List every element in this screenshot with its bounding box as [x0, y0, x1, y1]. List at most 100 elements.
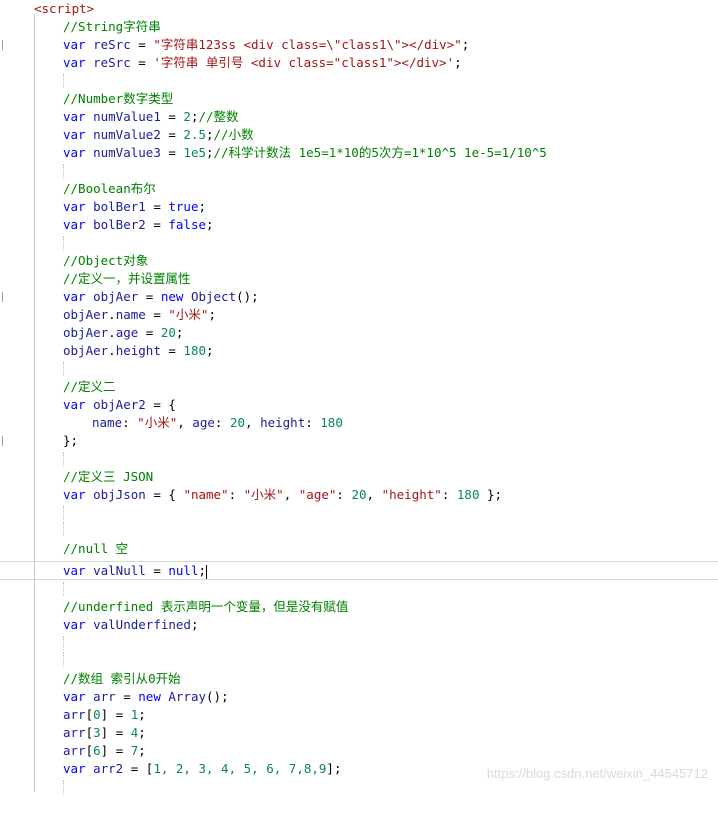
punctuation: = — [138, 289, 161, 304]
keyword: var — [63, 55, 86, 70]
code-text: var objAer = new Object(); — [63, 288, 259, 306]
code-text: objAer.height = 180; — [63, 342, 214, 360]
code-line[interactable]: //Boolean布尔 — [0, 180, 718, 198]
code-line[interactable]: var numValue2 = 2.5;//小数 — [0, 126, 718, 144]
identifier: height — [260, 415, 306, 430]
comment: //定义一，并设置属性 — [63, 271, 191, 286]
punctuation: ] = — [100, 743, 131, 758]
punctuation: ; — [138, 725, 146, 740]
number-literal: 20 — [160, 325, 176, 340]
code-line[interactable]: //String字符串 — [0, 18, 718, 36]
code-line[interactable]: arr[0] = 1; — [0, 706, 718, 724]
keyword: var — [63, 617, 86, 632]
comment: //定义二 — [63, 379, 116, 394]
code-line[interactable]: var arr = new Array(); — [0, 688, 718, 706]
punctuation: , — [366, 487, 382, 502]
punctuation: ; — [454, 55, 462, 70]
punctuation: [ — [85, 725, 94, 740]
code-line[interactable]: //定义二 — [0, 378, 718, 396]
code-line[interactable] — [0, 652, 718, 670]
punctuation: : — [228, 487, 244, 502]
code-line[interactable] — [0, 72, 718, 90]
number-literal: 0 — [93, 707, 101, 722]
code-line[interactable]: var reSrc = "字符串123ss <div class=\"class… — [0, 36, 718, 54]
code-line[interactable]: //underfined 表示声明一个变量，但是没有赋值 — [0, 598, 718, 616]
code-text: arr[0] = 1; — [63, 706, 146, 724]
code-line[interactable] — [0, 234, 718, 252]
punctuation: (); — [236, 289, 259, 304]
punctuation: = { — [145, 487, 184, 502]
code-text: var reSrc = '字符串 单引号 <div class="class1"… — [63, 54, 462, 72]
identifier: height — [115, 343, 161, 358]
code-line[interactable]: var numValue3 = 1e5;//科学计数法 1e5=1*10的5次方… — [0, 144, 718, 162]
punctuation: ; — [461, 37, 470, 52]
code-line[interactable]: var bolBer1 = true; — [0, 198, 718, 216]
code-line[interactable]: arr[3] = 4; — [0, 724, 718, 742]
code-line[interactable] — [0, 580, 718, 598]
keyword: null — [168, 563, 199, 578]
code-line[interactable]: <script> — [0, 0, 718, 50]
comment: //Number数字类型 — [63, 91, 174, 106]
code-line[interactable]: var bolBer2 = false; — [0, 216, 718, 234]
number-literal: 2 — [183, 109, 191, 124]
code-line[interactable]: }; — [0, 432, 718, 450]
code-line[interactable]: //定义三 JSON — [0, 468, 718, 486]
punctuation: ; — [206, 343, 214, 358]
punctuation: = — [130, 37, 154, 52]
identifier: objAer — [63, 325, 109, 340]
code-line[interactable]: var numValue1 = 2;//整数 — [0, 108, 718, 126]
code-editor[interactable]: <script> //String字符串 var reSrc = "字符串123… — [0, 0, 718, 795]
identifier: arr2 — [93, 761, 124, 776]
punctuation: : — [122, 415, 138, 430]
number-literal: 6 — [93, 743, 101, 758]
number-literal: 20 — [351, 487, 367, 502]
code-line[interactable] — [0, 504, 718, 522]
comment: //科学计数法 1e5=1*10的5次方=1*10^5 1e-5=1/10^5 — [213, 145, 547, 160]
code-line[interactable]: objAer.age = 20; — [0, 324, 718, 342]
code-line[interactable]: //定义一，并设置属性 — [0, 270, 718, 288]
code-line[interactable]: objAer.height = 180; — [0, 342, 718, 360]
code-line[interactable]: var objAer2 = { — [0, 396, 718, 446]
code-line[interactable]: //null 空 — [0, 540, 718, 558]
identifier: arr — [63, 725, 86, 740]
comment: //数组 索引从0开始 — [63, 671, 181, 686]
code-line[interactable]: //Object对象 — [0, 252, 718, 302]
number-literal: 20 — [229, 415, 245, 430]
code-line[interactable]: //Number数字类型 — [0, 90, 718, 108]
code-line[interactable]: var objJson = { "name": "小米", "age": 20,… — [0, 486, 718, 504]
code-line[interactable] — [0, 360, 718, 378]
code-line[interactable]: var reSrc = '字符串 单引号 <div class="class1"… — [0, 54, 718, 72]
punctuation: ; — [190, 617, 199, 632]
string-literal: "name" — [183, 487, 229, 502]
punctuation: : — [441, 487, 457, 502]
code-text: var arr2 = [1, 2, 3, 4, 5, 6, 7,8,9]; — [63, 760, 341, 778]
punctuation: ; — [208, 307, 216, 322]
punctuation: ; — [175, 325, 184, 340]
string-literal: "字符串123ss <div class=\"class1\"></div>" — [153, 37, 462, 52]
code-line[interactable]: objAer.name = "小米"; — [0, 306, 718, 324]
code-line[interactable] — [0, 522, 718, 540]
code-line[interactable]: name: "小米", age: 20, height: 180 — [0, 414, 718, 432]
code-line[interactable]: //数组 索引从0开始 — [0, 670, 718, 688]
code-text: var numValue2 = 2.5;//小数 — [63, 126, 254, 144]
punctuation: }; — [63, 433, 79, 448]
comment: //小数 — [213, 127, 254, 142]
identifier: Object — [190, 289, 237, 304]
code-text: var arr = new Array(); — [63, 688, 229, 706]
identifier: numValue1 — [93, 109, 161, 124]
identifier: Array — [168, 689, 207, 704]
current-code-line[interactable]: var valNull = null; — [0, 561, 718, 580]
code-line[interactable] — [0, 634, 718, 652]
code-line[interactable] — [0, 450, 718, 468]
code-line[interactable]: var objAer = new Object(); — [0, 288, 718, 306]
punctuation: = — [145, 563, 169, 578]
string-literal: '字符串 单引号 <div class="class1"></div>' — [153, 55, 455, 70]
number-literal: 180 — [456, 487, 480, 502]
watermark: https://blog.csdn.net/weixin_44545712 — [486, 766, 708, 781]
keyword: new — [160, 289, 184, 304]
code-line[interactable] — [0, 162, 718, 180]
number-literal: 180 — [183, 343, 206, 358]
code-line[interactable]: var valUnderfined; — [0, 616, 718, 634]
code-line[interactable]: arr[6] = 7; — [0, 742, 718, 760]
identifier: reSrc — [93, 37, 131, 52]
